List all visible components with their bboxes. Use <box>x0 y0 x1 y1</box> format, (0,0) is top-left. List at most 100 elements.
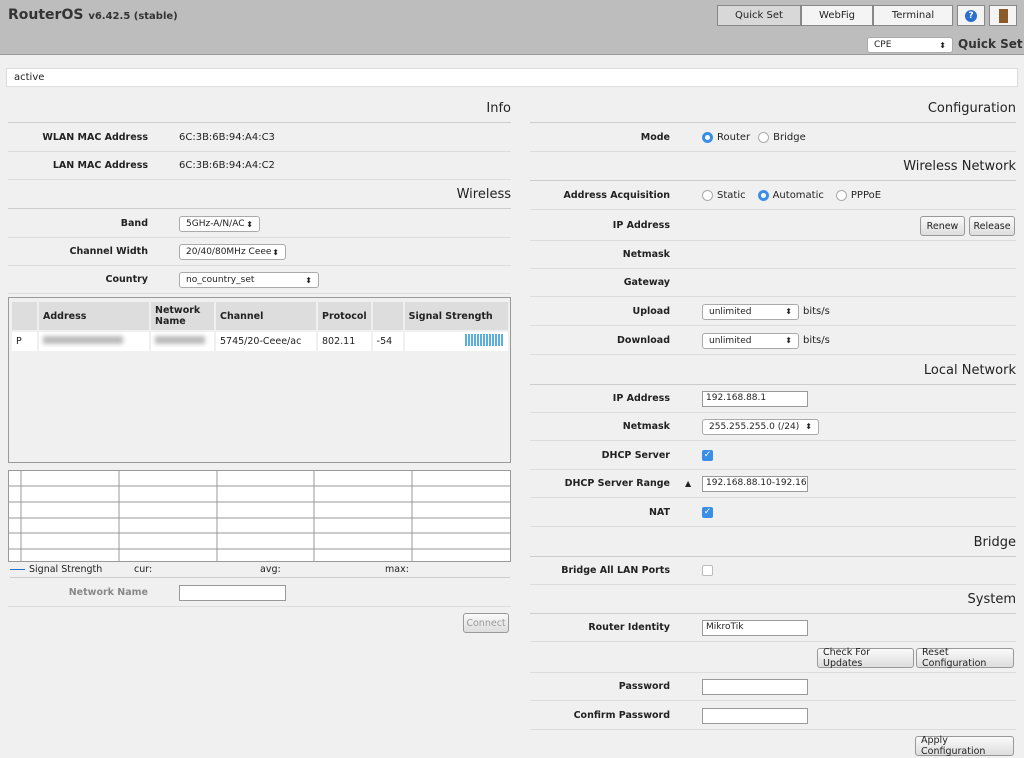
password-row: Password <box>530 673 1016 701</box>
col-channel[interactable]: Channel <box>216 302 316 330</box>
router-identity-input[interactable]: MikroTik <box>702 619 808 636</box>
logout-icon <box>998 8 1008 23</box>
band-select[interactable]: 5GHz-A/N/AC <box>179 216 260 232</box>
lan-netmask-select[interactable]: 255.255.255.0 (/24) <box>702 418 819 435</box>
col-signal[interactable] <box>372 302 403 330</box>
upload-value: unlimited <box>709 306 752 317</box>
label: Gateway <box>623 277 670 288</box>
dhcp-server-checkbox[interactable]: ✓ <box>702 450 713 461</box>
static-radio[interactable] <box>702 190 713 201</box>
product-name: RouterOS <box>8 7 84 23</box>
label: Address Acquisition <box>563 190 671 201</box>
label: IP Address <box>612 220 670 231</box>
address-cell <box>39 332 149 351</box>
tab-terminal[interactable]: Terminal <box>873 5 953 26</box>
unit-label: bits/s <box>803 306 830 317</box>
collapse-arrow-icon[interactable]: ▲ <box>685 479 691 488</box>
label: Mode <box>640 132 670 143</box>
quickset-mode-select[interactable]: CPE <box>867 37 953 53</box>
help-button[interactable]: ? <box>957 5 985 26</box>
label: Upload <box>632 306 670 317</box>
col-flag[interactable] <box>12 302 37 330</box>
password-input[interactable] <box>702 678 808 695</box>
label: Router Identity <box>588 622 670 633</box>
nat-checkbox[interactable]: ✓ <box>702 507 713 518</box>
apply-configuration-button[interactable]: Apply Configuration <box>915 735 1014 757</box>
wireless-network-heading: Wireless Network <box>530 159 1016 181</box>
label: Band <box>120 218 148 229</box>
table-row[interactable]: P 5745/20-Ceee/ac 802.11 -54 <box>12 332 508 351</box>
radio-label: Router <box>717 132 751 143</box>
cur-label: cur: <box>134 564 153 575</box>
wlan-mac-row: WLAN MAC Address 6C:3B:6B:94:A4:C3 <box>8 124 511 152</box>
system-heading: System <box>530 592 1016 614</box>
signal-strength-cell <box>404 332 508 351</box>
wireless-heading: Wireless <box>8 187 511 209</box>
signal-graph <box>8 470 511 562</box>
info-heading: Info <box>8 101 511 123</box>
label: Network Name <box>68 587 148 598</box>
gateway-row: Gateway <box>530 269 1016 297</box>
signal-cell: -54 <box>372 332 403 351</box>
netmask-value: 255.255.255.0 (/24) <box>709 421 800 432</box>
col-protocol[interactable]: Protocol <box>318 302 371 330</box>
country-row: Country no_country_set <box>8 266 511 294</box>
signal-bar <box>465 334 504 346</box>
top-bar: RouterOS v6.42.5 (stable) Quick Set WebF… <box>0 0 1024 55</box>
tab-webfig[interactable]: WebFig <box>801 5 873 26</box>
country-value: no_country_set <box>186 275 255 285</box>
graph-grid <box>9 471 510 561</box>
bridge-all-checkbox[interactable] <box>702 565 713 576</box>
upload-row: Upload unlimited bits/s <box>530 298 1016 326</box>
automatic-radio[interactable] <box>757 190 769 201</box>
channel-width-select[interactable]: 20/40/80MHz Ceee <box>179 244 286 260</box>
pppoe-radio[interactable] <box>835 190 847 201</box>
status-bar: active <box>6 68 1018 87</box>
lan-ip-input[interactable]: 192.168.88.1 <box>702 390 808 407</box>
download-select[interactable]: unlimited <box>702 332 799 349</box>
mode-router-radio[interactable] <box>702 132 713 143</box>
lan-mac-row: LAN MAC Address 6C:3B:6B:94:A4:C2 <box>8 152 511 180</box>
col-address[interactable]: Address <box>39 302 149 330</box>
band-value: 5GHz-A/N/AC <box>186 219 245 229</box>
label: DHCP Server <box>601 450 670 461</box>
router-identity-row: Router Identity MikroTik <box>530 614 1016 642</box>
max-label: max: <box>385 564 409 575</box>
label: IP Address <box>612 393 670 404</box>
dhcp-range-row: DHCP Server Range ▲ 192.168.88.10-192.168.… <box>530 470 1016 498</box>
system-buttons-row: Check For Updates Reset Configuration <box>530 643 1016 673</box>
check-updates-button[interactable]: Check For Updates <box>817 647 914 669</box>
help-icon: ? <box>965 9 977 22</box>
legend-label: Signal Strength <box>29 564 103 575</box>
network-name-input[interactable] <box>179 585 286 601</box>
label: Confirm Password <box>573 710 670 721</box>
version: v6.42.5 (stable) <box>88 11 178 22</box>
col-network-name[interactable]: Network Name <box>151 302 214 330</box>
tab-quick-set[interactable]: Quick Set <box>717 5 801 26</box>
release-button[interactable]: Release <box>969 216 1015 236</box>
renew-button[interactable]: Renew <box>920 216 965 236</box>
confirm-password-row: Confirm Password <box>530 702 1016 730</box>
nat-row: NAT ✓ <box>530 499 1016 527</box>
channel-cell: 5745/20-Ceee/ac <box>216 332 316 351</box>
logout-button[interactable] <box>989 5 1017 26</box>
col-signal-strength[interactable]: Signal Strength <box>404 302 508 330</box>
lan-netmask-row: Netmask 255.255.255.0 (/24) <box>530 413 1016 441</box>
scan-table: Address Network Name Channel Protocol Si… <box>10 300 510 353</box>
country-select[interactable]: no_country_set <box>179 272 319 288</box>
upload-select[interactable]: unlimited <box>702 303 799 320</box>
label: Bridge All LAN Ports <box>561 565 670 576</box>
app-title: RouterOS v6.42.5 (stable) <box>8 7 178 23</box>
bridge-heading: Bridge <box>530 535 1016 557</box>
download-row: Download unlimited bits/s <box>530 327 1016 355</box>
connect-button[interactable]: Connect <box>463 613 509 633</box>
label: LAN MAC Address <box>52 160 148 171</box>
unit-label: bits/s <box>803 335 830 346</box>
dhcp-range-input[interactable]: 192.168.88.10-192.168.88.254 <box>702 475 808 492</box>
label: Password <box>618 681 670 692</box>
confirm-password-input[interactable] <box>702 707 808 724</box>
mode-bridge-radio[interactable] <box>758 132 770 143</box>
reset-configuration-button[interactable]: Reset Configuration <box>916 647 1014 669</box>
nav-tabs: Quick Set WebFig Terminal ? <box>717 5 1017 26</box>
page-title: Quick Set <box>958 37 1023 51</box>
